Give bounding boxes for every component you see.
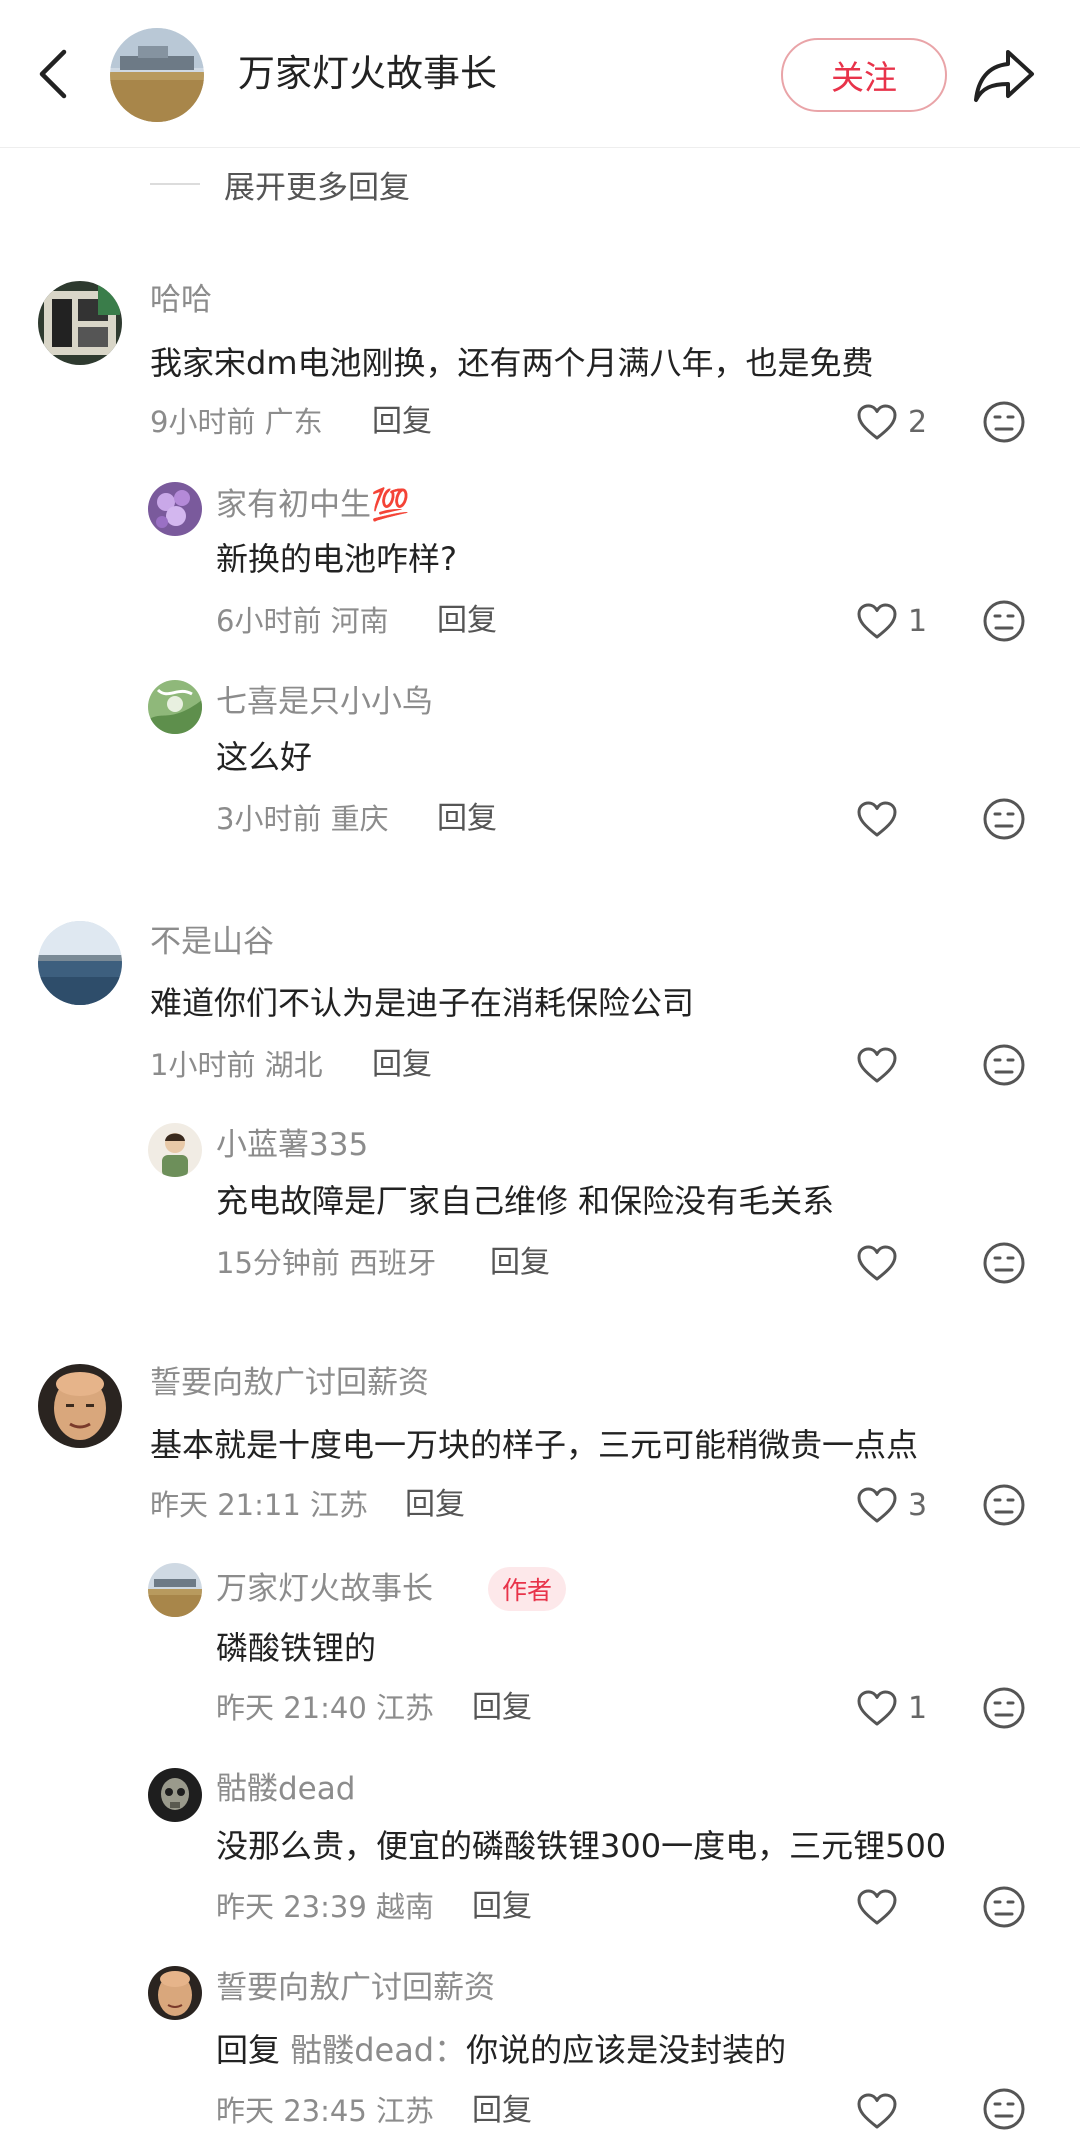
like-button[interactable] — [856, 1882, 908, 1932]
comment-meta: 6小时前 河南 — [216, 604, 389, 638]
avatar[interactable] — [38, 921, 122, 1005]
comment-meta: 昨天 21:11 江苏 — [150, 1488, 369, 1522]
heart-icon — [857, 2093, 897, 2129]
dislike-icon[interactable] — [982, 1043, 1026, 1087]
reply-button[interactable]: 回复 — [372, 1043, 432, 1087]
back-icon[interactable] — [34, 46, 74, 102]
dislike-icon[interactable] — [982, 1686, 1026, 1730]
divider — [150, 183, 200, 185]
comment-meta: 9小时前 广东 — [150, 405, 323, 439]
share-icon[interactable] — [972, 46, 1036, 104]
comment-author[interactable]: 不是山谷 — [150, 920, 274, 964]
reply-button[interactable]: 回复 — [437, 797, 497, 841]
dislike-icon[interactable] — [982, 797, 1026, 841]
like-button[interactable] — [856, 1040, 908, 1090]
comment-author[interactable]: 誓要向敖广讨回薪资 — [150, 1361, 429, 1405]
comment-author[interactable]: 骷髅dead — [216, 1767, 355, 1811]
comment-meta: 1小时前 湖北 — [150, 1048, 323, 1082]
dislike-icon[interactable] — [982, 400, 1026, 444]
comment-text: 没那么贵，便宜的磷酸铁锂300一度电，三元锂500 — [216, 1827, 947, 1865]
dislike-icon[interactable] — [982, 1885, 1026, 1929]
comment-meta: 昨天 21:40 江苏 — [216, 1691, 435, 1725]
like-button[interactable]: 2 — [856, 397, 927, 447]
reply-button[interactable]: 回复 — [472, 1686, 532, 1730]
dislike-icon[interactable] — [982, 599, 1026, 643]
like-button[interactable] — [856, 1238, 908, 1288]
reply-button[interactable]: 回复 — [490, 1241, 550, 1285]
like-button[interactable]: 1 — [856, 1683, 927, 1733]
like-count: 3 — [908, 1487, 928, 1523]
comment-text: 充电故障是厂家自己维修 和保险没有毛关系 — [216, 1182, 835, 1220]
avatar[interactable] — [148, 1563, 202, 1617]
comment-text: 新换的电池咋样? — [216, 540, 457, 578]
reply-button[interactable]: 回复 — [472, 2089, 532, 2131]
comment-text: 基本就是十度电一万块的样子，三元可能稍微贵一点点 — [150, 1426, 919, 1464]
comment-text: 回复 骷髅dead：你说的应该是没封装的 — [216, 2027, 786, 2073]
dislike-icon[interactable] — [982, 1241, 1026, 1285]
reply-button[interactable]: 回复 — [405, 1483, 465, 1527]
comment-meta: 3小时前 重庆 — [216, 802, 389, 836]
heart-icon — [857, 801, 897, 837]
author-badge: 作者 — [488, 1567, 567, 1611]
comment-author[interactable]: 七喜是只小小鸟 — [216, 680, 433, 724]
expand-more-label: 展开更多回复 — [224, 169, 410, 206]
like-button[interactable] — [856, 2086, 908, 2131]
top-bar: 万家灯火故事长 关注 — [0, 0, 1080, 148]
like-button[interactable]: 1 — [856, 596, 927, 646]
comment-meta: 昨天 23:39 越南 — [216, 1890, 435, 1924]
page-title: 万家灯火故事长 — [238, 52, 497, 95]
reply-prefix: 回复 — [216, 2031, 281, 2069]
heart-icon — [857, 1487, 897, 1523]
author-avatar[interactable] — [110, 28, 204, 122]
heart-icon — [857, 404, 897, 440]
like-button[interactable] — [856, 794, 908, 844]
reply-button[interactable]: 回复 — [372, 400, 432, 444]
heart-icon — [857, 1245, 897, 1281]
comment-author[interactable]: 家有初中生💯 — [216, 483, 410, 527]
avatar[interactable] — [148, 1966, 202, 2020]
expand-more-replies[interactable]: 展开更多回复 — [150, 158, 410, 210]
reply-target[interactable]: 骷髅dead： — [290, 2031, 466, 2069]
dislike-icon[interactable] — [982, 2087, 1026, 2131]
comment-author[interactable]: 誓要向敖广讨回薪资 — [216, 1966, 495, 2010]
comment-text: 磷酸铁锂的 — [216, 1629, 377, 1667]
dislike-icon[interactable] — [982, 1483, 1026, 1527]
like-count: 1 — [908, 1690, 928, 1726]
heart-icon — [857, 1889, 897, 1925]
comment-meta: 昨天 23:45 江苏 — [216, 2094, 435, 2128]
comment-meta: 15分钟前 西班牙 — [216, 1246, 437, 1280]
reply-button[interactable]: 回复 — [437, 599, 497, 643]
avatar[interactable] — [38, 281, 122, 365]
heart-icon — [857, 603, 897, 639]
avatar[interactable] — [148, 680, 202, 734]
reply-body: 你说的应该是没封装的 — [466, 2031, 787, 2069]
follow-button[interactable]: 关注 — [781, 38, 947, 112]
heart-icon — [857, 1690, 897, 1726]
comment-author[interactable]: 小蓝薯335 — [216, 1123, 368, 1167]
like-count: 1 — [908, 603, 928, 639]
like-button[interactable]: 3 — [856, 1480, 927, 1530]
like-count: 2 — [908, 404, 928, 440]
comment-text: 难道你们不认为是迪子在消耗保险公司 — [150, 984, 695, 1022]
avatar[interactable] — [38, 1364, 122, 1448]
avatar[interactable] — [148, 1123, 202, 1177]
comment-author[interactable]: 哈哈 — [150, 278, 212, 322]
avatar[interactable] — [148, 482, 202, 536]
heart-icon — [857, 1047, 897, 1083]
comment-text: 我家宋dm电池刚换，还有两个月满八年，也是免费 — [150, 344, 874, 382]
comment-text: 这么好 — [216, 738, 313, 776]
avatar[interactable] — [148, 1768, 202, 1822]
comment-author[interactable]: 万家灯火故事长 — [216, 1567, 433, 1611]
reply-button[interactable]: 回复 — [472, 1885, 532, 1929]
